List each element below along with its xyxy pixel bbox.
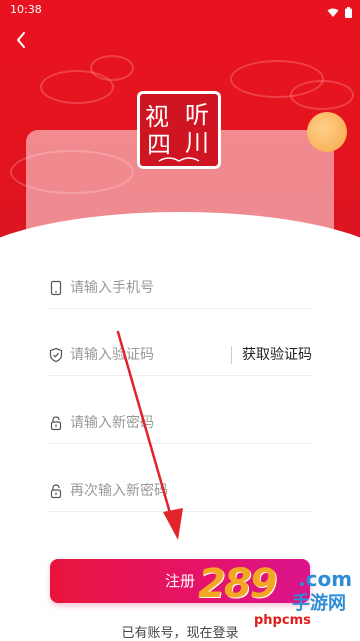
watermark-site: phpcms — [254, 613, 311, 628]
annotation-arrow — [116, 330, 183, 540]
site-watermark: 289 .com 手游网 phpcms — [198, 561, 358, 637]
watermark-domain: .com — [298, 567, 353, 591]
watermark-cn: 手游网 — [292, 593, 346, 614]
watermark-number: 289 — [198, 561, 277, 607]
